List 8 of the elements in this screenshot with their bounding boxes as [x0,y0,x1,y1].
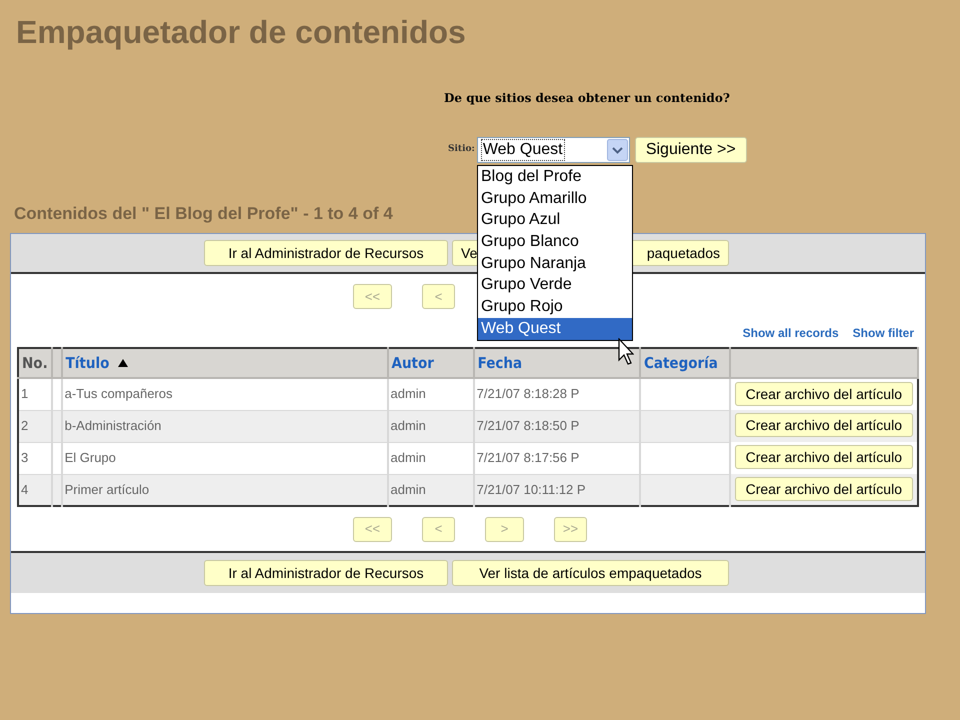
table-cell: Primer artículo [62,474,388,506]
table-cell: 4 [18,474,52,506]
table-cell: 7/21/07 10:11:12 P [474,474,640,506]
table-cell: admin [388,474,474,506]
question-text: De que sitios desea obtener un contenido? [444,90,730,107]
field-label: Sitio: [448,143,475,156]
section-title: Contenidos del " El Blog del Profe" - 1 to 4 of 4 [14,203,393,225]
page-title: Empaquetador de contenidos [16,13,466,52]
